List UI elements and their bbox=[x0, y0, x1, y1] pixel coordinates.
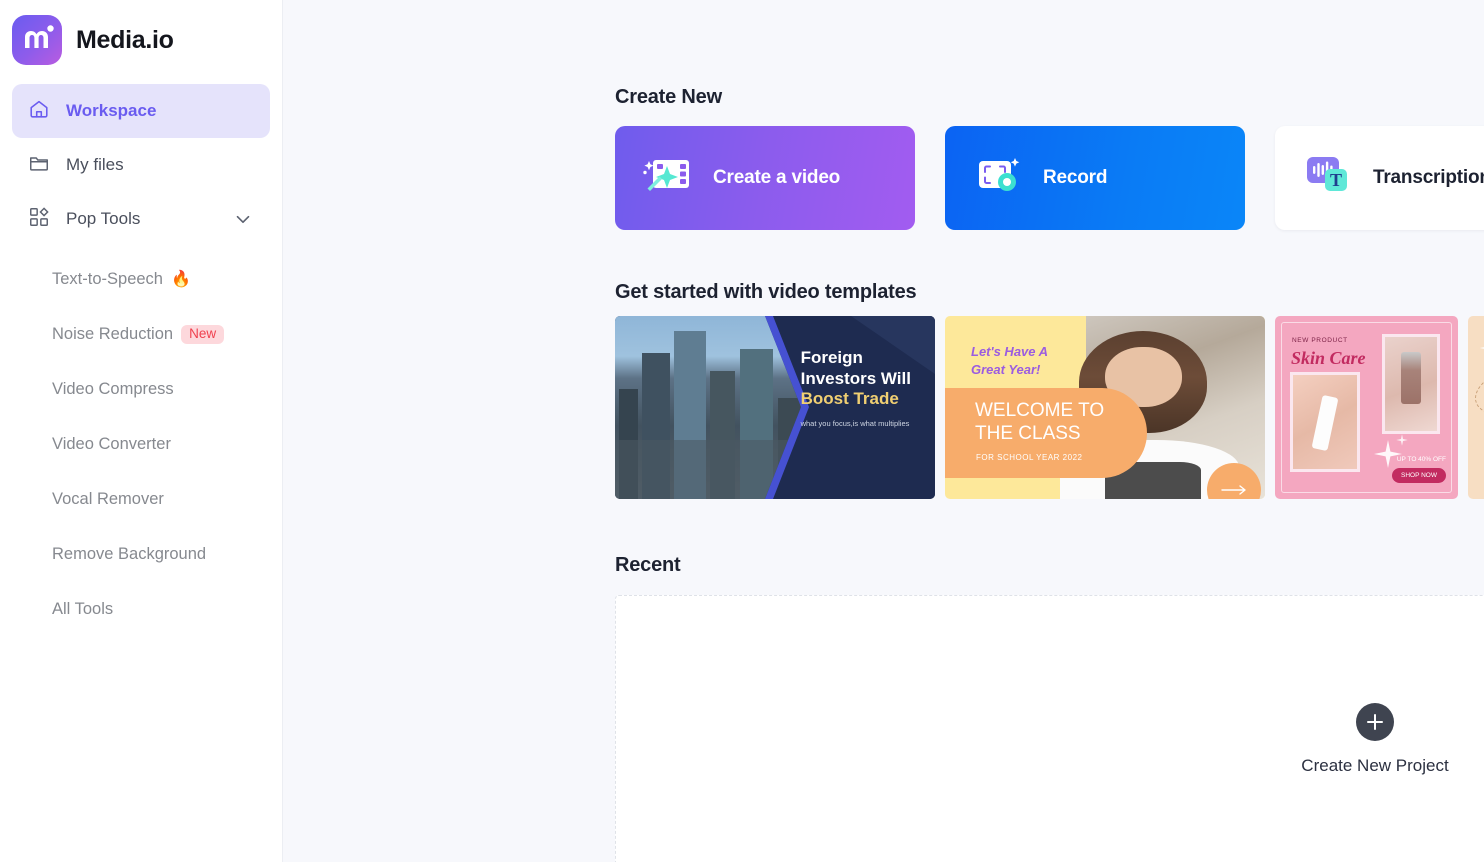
decor-ring-1 bbox=[1469, 357, 1484, 425]
create-a-video-card[interactable]: Create a video bbox=[615, 126, 915, 230]
badge-new: New bbox=[181, 324, 225, 345]
sidebar-item-label: Vocal Remover bbox=[52, 490, 164, 508]
template-subtitle: here you can add product introduction bbox=[1468, 475, 1484, 481]
create-new-project-label: Create New Project bbox=[1301, 756, 1449, 775]
sidebar-item-workspace[interactable]: Workspace bbox=[12, 84, 270, 138]
primary-nav: Workspace My files Pop Tools bbox=[0, 68, 282, 246]
template-card-skin-care[interactable]: NEW PRODUCT Skin Care UP TO 40% OFF SHOP… bbox=[1275, 316, 1458, 499]
chevron-down-icon[interactable] bbox=[232, 208, 254, 230]
brand-name: Media.io bbox=[76, 25, 174, 54]
template-tagline: what you focus,is what multiplies bbox=[800, 419, 910, 429]
template-line-2: Investors Will bbox=[800, 368, 911, 388]
sidebar-item-label: My files bbox=[66, 155, 124, 174]
template-card-welcome-class[interactable]: Let's Have A Great Year! WELCOME TO THE C… bbox=[945, 316, 1265, 499]
sidebar-item-label: Text-to-Speech bbox=[52, 270, 163, 288]
svg-text:T: T bbox=[1330, 170, 1342, 190]
pop-tools-submenu: Text-to-Speech 🔥 Noise Reduction New Vid… bbox=[0, 246, 282, 637]
magic-video-icon bbox=[639, 152, 697, 205]
sparkle-small-icon bbox=[1396, 434, 1408, 446]
app-root: Media.io Workspace My files Pop Tools Te… bbox=[0, 0, 1484, 862]
sidebar-item-label: Video Compress bbox=[52, 380, 174, 398]
create-a-video-label: Create a video bbox=[713, 167, 841, 188]
template-script-text: Let's Have A Great Year! bbox=[971, 344, 1049, 377]
sidebar-item-noise-reduction[interactable]: Noise Reduction New bbox=[12, 307, 270, 362]
template-headline: WELCOME TO THE CLASS bbox=[975, 400, 1105, 444]
sidebar-item-vocal-remover[interactable]: Vocal Remover bbox=[12, 472, 270, 527]
sidebar-item-text-to-speech[interactable]: Text-to-Speech 🔥 bbox=[12, 252, 270, 307]
template-headline: Big Sale bbox=[1468, 452, 1484, 469]
template-list: Foreign Investors Will Boost Trade what … bbox=[615, 316, 1484, 499]
brand[interactable]: Media.io bbox=[0, 0, 282, 68]
product-photo-2 bbox=[1382, 334, 1440, 434]
transcription-icon: T bbox=[1299, 152, 1357, 205]
record-card[interactable]: Record bbox=[945, 126, 1245, 230]
create-new-project-button[interactable]: Create New Project bbox=[1294, 703, 1456, 776]
sidebar-item-remove-background[interactable]: Remove Background bbox=[12, 527, 270, 582]
sidebar-item-label: Video Converter bbox=[52, 435, 171, 453]
transcription-card[interactable]: T Transcription Beta bbox=[1275, 126, 1484, 230]
sidebar-item-all-tools[interactable]: All Tools bbox=[12, 582, 270, 637]
shop-now-button[interactable]: SHOP NOW bbox=[1392, 468, 1446, 483]
sidebar-item-label: Remove Background bbox=[52, 545, 207, 563]
template-eyebrow: NEW PRODUCT bbox=[1292, 337, 1348, 344]
sidebar-item-label: Pop Tools bbox=[66, 209, 141, 228]
sidebar-item-my-files[interactable]: My files bbox=[12, 138, 270, 192]
sidebar: Media.io Workspace My files Pop Tools Te… bbox=[0, 0, 283, 862]
template-card-big-sale[interactable]: 70% OFF Big Sale here you can add produc… bbox=[1468, 316, 1484, 499]
sidebar-item-label: Workspace bbox=[66, 101, 157, 120]
media-io-logo bbox=[12, 15, 62, 65]
template-subtitle: FOR SCHOOL YEAR 2022 bbox=[976, 453, 1083, 462]
home-icon bbox=[28, 98, 50, 125]
template-line-1: Foreign bbox=[800, 348, 863, 367]
record-label: Record bbox=[1043, 167, 1108, 188]
sidebar-item-label: Noise Reduction bbox=[52, 325, 174, 343]
sparkle-icon bbox=[1479, 347, 1484, 349]
grid-icon bbox=[28, 206, 50, 233]
sidebar-item-video-compress[interactable]: Video Compress bbox=[12, 362, 270, 417]
template-card-foreign-investors[interactable]: Foreign Investors Will Boost Trade what … bbox=[615, 316, 935, 499]
sidebar-item-video-converter[interactable]: Video Converter bbox=[12, 417, 270, 472]
create-new-cards: Create a video Record T Transcription bbox=[615, 126, 1484, 230]
templates-heading: Get started with video templates bbox=[615, 281, 917, 303]
transcription-label: Transcription bbox=[1373, 167, 1484, 188]
fire-icon: 🔥 bbox=[170, 270, 191, 288]
sidebar-item-label: All Tools bbox=[52, 600, 114, 618]
template-line-3: Boost Trade bbox=[800, 389, 899, 409]
product-photo-1 bbox=[1290, 372, 1360, 472]
screen-record-icon bbox=[969, 152, 1027, 205]
recent-heading: Recent bbox=[615, 554, 681, 576]
sidebar-item-pop-tools[interactable]: Pop Tools bbox=[12, 192, 270, 246]
template-offer: UP TO 40% OFF bbox=[1396, 456, 1446, 463]
create-new-heading: Create New bbox=[615, 86, 722, 108]
folder-icon bbox=[28, 152, 50, 179]
main-content: Create New Create a video Record T Trans… bbox=[283, 0, 1484, 862]
template-headline: Skin Care bbox=[1291, 348, 1366, 368]
plus-icon[interactable] bbox=[1356, 703, 1394, 741]
template-text: Foreign Investors Will Boost Trade what … bbox=[801, 348, 929, 428]
